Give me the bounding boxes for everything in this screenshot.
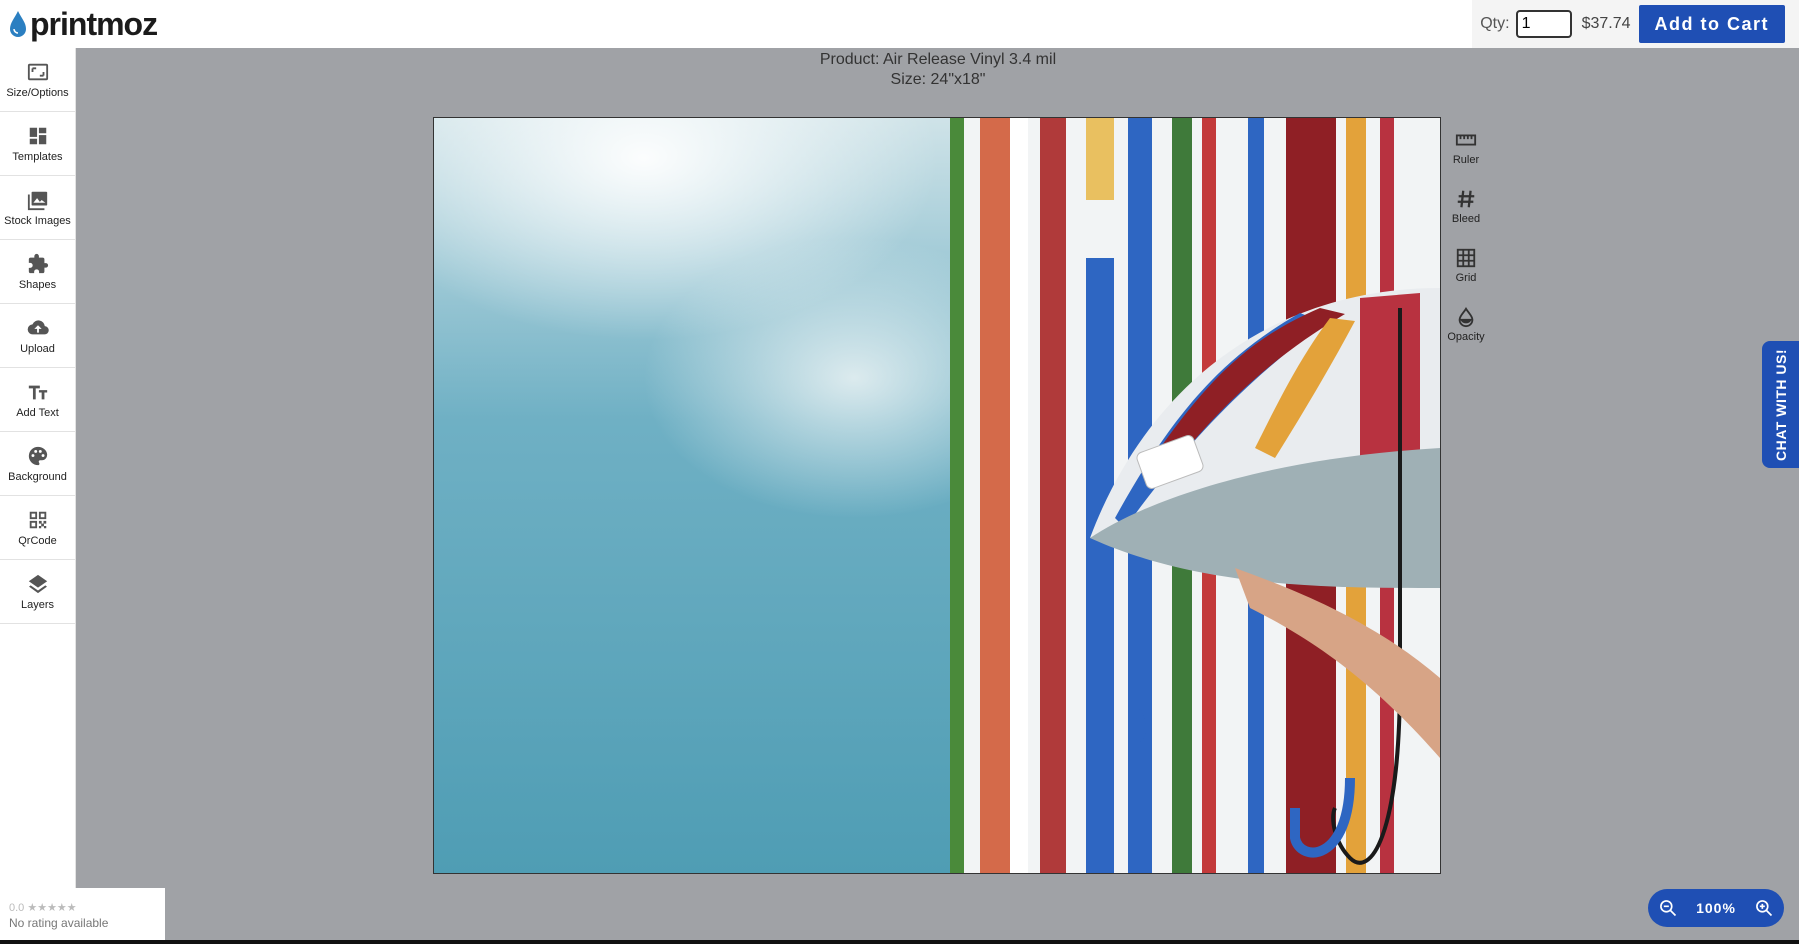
sky-background-image[interactable] [434, 118, 950, 873]
tool-opacity[interactable]: Opacity [1442, 295, 1490, 354]
left-sidebar: Size/Options Templates Stock Images Shap… [0, 48, 76, 888]
palette-icon [28, 446, 47, 465]
sidebar-item-label: Stock Images [4, 214, 71, 227]
umbrella-drawing [1090, 288, 1440, 865]
zoom-in-icon [1756, 900, 1773, 917]
qty-label: Qty: [1480, 15, 1510, 32]
tool-label: Opacity [1447, 331, 1485, 343]
rating-widget[interactable]: 0.0 ★★★★★ No rating available [0, 888, 165, 942]
sidebar-item-label: QrCode [18, 534, 57, 547]
sidebar-item-qrcode[interactable]: QrCode [0, 496, 75, 560]
image-icon [27, 191, 47, 210]
opacity-icon [1458, 306, 1474, 328]
product-size: Size: 24"x18" [890, 71, 986, 88]
qty-input[interactable] [1515, 10, 1572, 38]
umbrella-art-image[interactable] [950, 118, 1440, 873]
top-bar: printmoz Qty: $37.74 Add to Cart [0, 0, 1799, 48]
tool-bleed[interactable]: Bleed [1442, 177, 1490, 236]
text-icon [28, 385, 47, 399]
puzzle-icon [28, 253, 48, 273]
qr-code-icon [29, 511, 46, 528]
tool-grid[interactable]: Grid [1442, 236, 1490, 295]
tool-ruler[interactable]: Ruler [1442, 118, 1490, 177]
sidebar-item-background[interactable]: Background [0, 432, 75, 496]
brand-logo[interactable]: printmoz [8, 5, 158, 42]
sidebar-item-label: Shapes [18, 278, 57, 291]
bottom-edge [0, 940, 1799, 944]
sidebar-item-layers[interactable]: Layers [0, 560, 75, 624]
sidebar-item-templates[interactable]: Templates [0, 112, 75, 176]
sidebar-item-stock-images[interactable]: Stock Images [0, 176, 75, 240]
sidebar-item-add-text[interactable]: Add Text [0, 368, 75, 432]
cloud-upload-icon [27, 319, 49, 334]
product-name: Product: Air Release Vinyl 3.4 mil [819, 51, 1057, 68]
sidebar-item-label: Add Text [16, 406, 59, 419]
sidebar-item-upload[interactable]: Upload [0, 304, 75, 368]
drop-logo-icon [10, 11, 26, 37]
design-canvas[interactable] [433, 117, 1441, 874]
sidebar-item-label: Background [8, 470, 67, 483]
price: $37.74 [1581, 15, 1631, 32]
canvas-tools: Ruler Bleed Grid Opacity [1442, 118, 1490, 354]
product-info: Product: Air Release Vinyl 3.4 mil Size:… [0, 50, 1799, 90]
tool-label: Bleed [1451, 213, 1481, 225]
zoom-out-icon [1660, 900, 1677, 917]
rating-status: No rating available [9, 916, 109, 930]
zoom-control: 100% [1648, 889, 1784, 927]
sidebar-item-label: Templates [12, 150, 63, 163]
chat-with-us-tab[interactable]: CHAT WITH US! [1762, 341, 1799, 468]
layers-icon [28, 574, 47, 593]
zoom-value: 100% [1696, 900, 1736, 916]
dashboard-icon [29, 127, 46, 144]
add-to-cart-button[interactable]: Add to Cart [1638, 5, 1785, 43]
zoom-out-button[interactable] [1648, 889, 1688, 927]
logo-text: printmoz [30, 5, 158, 42]
zoom-in-button[interactable] [1744, 889, 1784, 927]
sidebar-item-label: Layers [20, 598, 55, 611]
rating-stars: 0.0 ★★★★★ [9, 902, 77, 914]
grid-icon [1456, 248, 1476, 268]
chat-label: CHAT WITH US! [1772, 348, 1789, 461]
hash-icon [1457, 190, 1475, 208]
cart-controls: Qty: $37.74 Add to Cart [1472, 0, 1799, 48]
sidebar-item-shapes[interactable]: Shapes [0, 240, 75, 304]
tool-label: Grid [1455, 272, 1477, 284]
ruler-icon [1455, 134, 1477, 146]
tool-label: Ruler [1452, 154, 1480, 166]
sidebar-item-label: Upload [20, 342, 55, 355]
